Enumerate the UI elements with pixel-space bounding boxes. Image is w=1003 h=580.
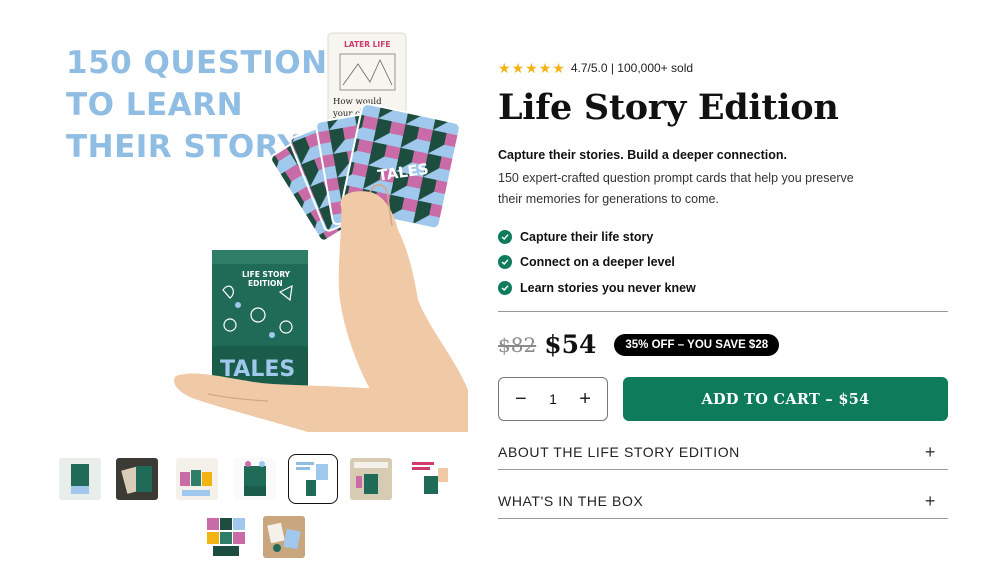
thumbnail-3[interactable]	[176, 458, 218, 500]
thumbnail-6[interactable]	[350, 458, 392, 500]
product-description: 150 expert-crafted question prompt cards…	[498, 171, 854, 206]
star-rating: ★ ★ ★ ★ ★	[498, 61, 565, 75]
product-title: Life Story Edition	[498, 87, 839, 128]
quantity-stepper: − 1 +	[498, 377, 608, 421]
accordion-whats-in-box[interactable]: WHAT'S IN THE BOX +	[498, 483, 948, 519]
check-circle-icon	[498, 229, 512, 244]
hero-illustration: LATER LIFE How would your closest TALES	[174, 32, 468, 432]
check-circle-icon	[498, 280, 512, 295]
divider	[498, 311, 948, 312]
plus-icon: +	[924, 490, 936, 511]
feature-item: Connect on a deeper level	[498, 250, 696, 276]
check-circle-icon	[498, 255, 512, 270]
box-title-1: LIFE STORY	[242, 270, 291, 279]
accordion-about[interactable]: ABOUT THE LIFE STORY EDITION +	[498, 434, 948, 470]
thumbnail-8[interactable]	[205, 516, 247, 558]
star-icon: ★	[552, 60, 565, 76]
price-row: $82 $54 35% OFF – YOU SAVE $28	[498, 330, 780, 359]
thumbnail-1[interactable]	[59, 458, 101, 500]
thumbnail-5[interactable]	[288, 454, 338, 504]
decrease-quantity-button[interactable]: −	[515, 389, 527, 409]
feature-item: Capture their life story	[498, 224, 696, 250]
card-top-label: LATER LIFE	[344, 40, 390, 49]
star-icon: ★	[525, 60, 538, 76]
increase-quantity-button[interactable]: +	[579, 389, 591, 409]
feature-label: Capture their life story	[520, 229, 654, 244]
feature-list: Capture their life story Connect on a de…	[498, 224, 696, 301]
product-hero-image: 150 QUESTIONS TO LEARN THEIR STORY LATER…	[58, 30, 468, 432]
thumbnail-9[interactable]	[263, 516, 305, 558]
thumbnail-4[interactable]	[234, 458, 276, 500]
accordion-label: WHAT'S IN THE BOX	[498, 493, 644, 509]
feature-label: Learn stories you never knew	[520, 280, 696, 295]
product-box: LIFE STORY EDITION TALES	[212, 250, 308, 390]
star-icon: ★	[511, 60, 525, 76]
discount-badge: 35% OFF – YOU SAVE $28	[614, 333, 780, 356]
add-to-cart-button[interactable]: ADD TO CART – $54	[623, 377, 948, 421]
original-price: $82	[498, 332, 537, 357]
thumbnail-7[interactable]	[408, 458, 450, 500]
feature-item: Learn stories you never knew	[498, 275, 696, 301]
divider	[498, 518, 948, 519]
feature-label: Connect on a deeper level	[520, 255, 675, 270]
star-icon: ★	[498, 60, 511, 76]
rating-text: 4.7/5.0 | 100,000+ sold	[570, 61, 694, 75]
divider	[498, 469, 948, 470]
rating-row: ★ ★ ★ ★ ★ 4.7/5.0 | 100,000+ sold	[498, 61, 693, 75]
star-icon: ★	[538, 60, 552, 76]
box-title-2: EDITION	[248, 279, 283, 288]
thumbnail-2[interactable]	[116, 458, 158, 500]
sale-price: $54	[544, 330, 597, 359]
quantity-value[interactable]: 1	[549, 391, 557, 407]
accordion-label: ABOUT THE LIFE STORY EDITION	[498, 444, 740, 460]
plus-icon: +	[924, 441, 936, 462]
product-tagline: Capture their stories. Build a deeper co…	[498, 148, 787, 162]
